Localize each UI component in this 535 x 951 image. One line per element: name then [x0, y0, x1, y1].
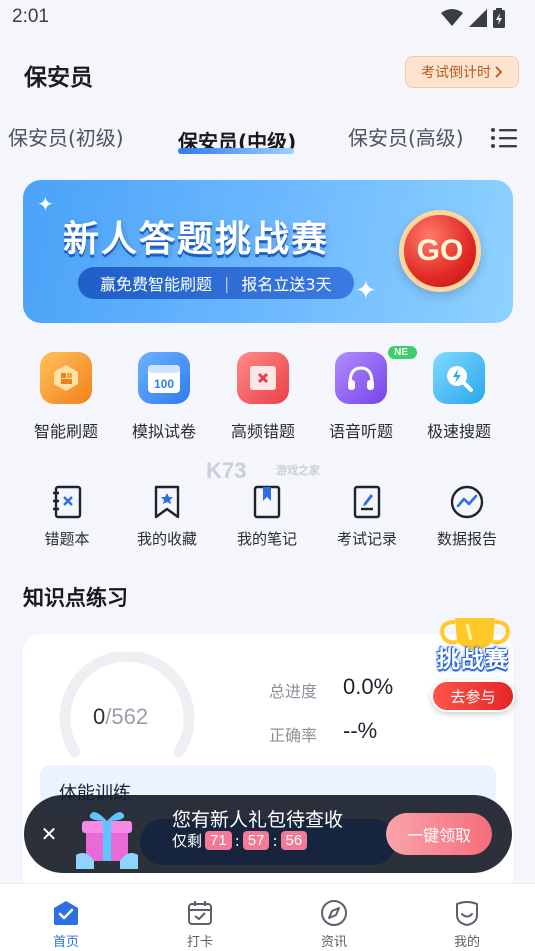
gauge-value: 0/562	[93, 704, 148, 730]
banner-sub-divider: |	[224, 273, 230, 293]
accuracy-value: --%	[343, 718, 378, 743]
newcomer-gift-banner[interactable]: ✕ 您有新人礼包待查收 仅剩 71 : 57 : 56 一键领取	[24, 795, 512, 873]
close-icon[interactable]: ✕	[36, 821, 62, 847]
join-challenge-button[interactable]: 去参与	[431, 680, 515, 712]
feature-label: 极速搜题	[426, 422, 491, 441]
section-title: 知识点练习	[23, 586, 128, 610]
feature-smart-practice[interactable]: 智能刷题	[17, 352, 115, 442]
smart-practice-icon	[40, 352, 92, 404]
tool-label: 考试记录	[336, 530, 397, 548]
notebook-icon	[249, 484, 285, 520]
gift-timer-prefix: 仅剩	[172, 832, 203, 850]
gift-box-icon	[76, 812, 138, 869]
watermark: K73 游戏之家	[206, 458, 320, 483]
mistake-book-icon	[49, 484, 85, 520]
active-tab-indicator	[178, 148, 294, 154]
frequent-mistakes-icon	[237, 352, 289, 404]
tool-exam-records[interactable]: 考试记录	[317, 484, 417, 549]
gauge-total: /562	[105, 704, 149, 729]
tab-junior[interactable]: 保安员(初级)	[8, 122, 124, 151]
tool-label: 数据报告	[436, 530, 497, 548]
status-icons	[441, 8, 505, 28]
challenge-title: 挑战赛	[437, 647, 509, 673]
timer-hours: 71	[205, 831, 232, 850]
feature-label: 语音听题	[328, 422, 393, 441]
status-time: 2:01	[12, 6, 49, 27]
tool-label: 我的收藏	[136, 530, 197, 548]
signal-icon	[469, 9, 487, 27]
nav-label: 资讯	[320, 935, 347, 950]
feature-mock-exam[interactable]: 100 模拟试卷	[115, 352, 213, 442]
level-tabs: 保安员(初级) 保安员(中级) 保安员(高级)	[0, 116, 535, 162]
watermark-sub: 游戏之家	[276, 465, 320, 477]
headphones-icon: NE	[335, 346, 417, 404]
banner-sub-left: 赢免费智能刷题	[100, 275, 213, 294]
calendar-checkin-icon	[185, 898, 215, 928]
banner-go-label: GO	[416, 234, 464, 267]
nav-checkin[interactable]: 打卡	[160, 898, 240, 950]
nav-home[interactable]: 首页	[26, 898, 106, 950]
timer-separator: :	[272, 831, 278, 850]
status-bar: 2:01	[0, 0, 535, 36]
sparkle-icon: ✦	[355, 276, 377, 306]
tool-label: 错题本	[44, 530, 90, 548]
progress-value: 0.0%	[343, 674, 394, 699]
bookmark-icon	[149, 484, 185, 520]
progress-label: 总进度	[269, 682, 318, 701]
menu-icon[interactable]	[490, 127, 518, 149]
timer-separator: :	[234, 831, 240, 850]
battery-icon	[493, 8, 505, 28]
wifi-icon	[441, 9, 463, 26]
banner-sub-right: 报名立送3天	[241, 275, 332, 294]
nav-label: 首页	[52, 935, 79, 950]
tool-grid: 错题本 我的收藏 我的笔记 考试记录 数据报告	[0, 484, 535, 554]
banner-go-button[interactable]: GO	[399, 210, 481, 292]
nav-label: 打卡	[186, 935, 213, 950]
chevron-right-icon	[495, 66, 503, 78]
feature-frequent-mistakes[interactable]: 高频错题	[214, 352, 312, 442]
profile-icon	[452, 898, 482, 928]
timer-minutes: 57	[242, 831, 270, 850]
quick-search-icon	[433, 352, 485, 404]
home-icon	[51, 898, 81, 928]
tool-data-report[interactable]: 数据报告	[417, 484, 517, 549]
claim-gift-button[interactable]: 一键领取	[386, 813, 492, 855]
feature-label: 智能刷题	[33, 422, 98, 441]
banner-subtitle: 赢免费智能刷题 | 报名立送3天	[78, 267, 354, 299]
claim-gift-label: 一键领取	[406, 826, 471, 845]
challenge-float[interactable]: 挑战赛 去参与	[425, 612, 525, 716]
banner-title: 新人答题挑战赛	[63, 219, 330, 260]
feature-label: 高频错题	[230, 422, 295, 441]
exam-countdown-label: 考试倒计时	[421, 65, 491, 81]
sparkle-icon: ✦	[37, 192, 54, 216]
tool-mistake-book[interactable]: 错题本	[17, 484, 117, 549]
exam-countdown-button[interactable]: 考试倒计时	[405, 56, 519, 88]
tab-senior[interactable]: 保安员(高级)	[348, 122, 464, 151]
bottom-nav: 首页 打卡 资讯 我的	[0, 883, 535, 951]
watermark-main: K73	[206, 458, 247, 483]
data-report-icon	[449, 484, 485, 520]
tool-notes[interactable]: 我的笔记	[217, 484, 317, 549]
compass-icon	[319, 898, 349, 928]
gift-title: 您有新人礼包待查收	[172, 809, 344, 831]
tool-label: 我的笔记	[236, 530, 297, 548]
feature-grid: 智能刷题 100 模拟试卷 高频错题 NE 语音听题 极速搜题	[0, 346, 535, 452]
nav-profile[interactable]: 我的	[427, 898, 507, 950]
feature-audio-questions[interactable]: NE 语音听题	[312, 346, 417, 442]
nav-label: 我的	[453, 935, 480, 950]
accuracy-label: 正确率	[269, 726, 318, 745]
join-challenge-label: 去参与	[450, 687, 496, 706]
tool-favorites[interactable]: 我的收藏	[117, 484, 217, 549]
page-title: 保安员	[24, 65, 93, 91]
nav-news[interactable]: 资讯	[294, 898, 374, 950]
feature-quick-search[interactable]: 极速搜题	[410, 352, 508, 442]
mock-exam-icon-text: 100	[154, 377, 174, 391]
gift-countdown: 仅剩 71 : 57 : 56	[172, 830, 308, 851]
challenge-banner[interactable]: ✦ ✦ 新人答题挑战赛 赢免费智能刷题 | 报名立送3天 GO	[23, 180, 513, 323]
gauge-done: 0	[93, 704, 106, 729]
timer-seconds: 56	[280, 831, 308, 850]
feature-label: 模拟试卷	[131, 422, 196, 441]
mock-exam-icon: 100	[138, 352, 190, 404]
exam-record-icon	[349, 484, 385, 520]
